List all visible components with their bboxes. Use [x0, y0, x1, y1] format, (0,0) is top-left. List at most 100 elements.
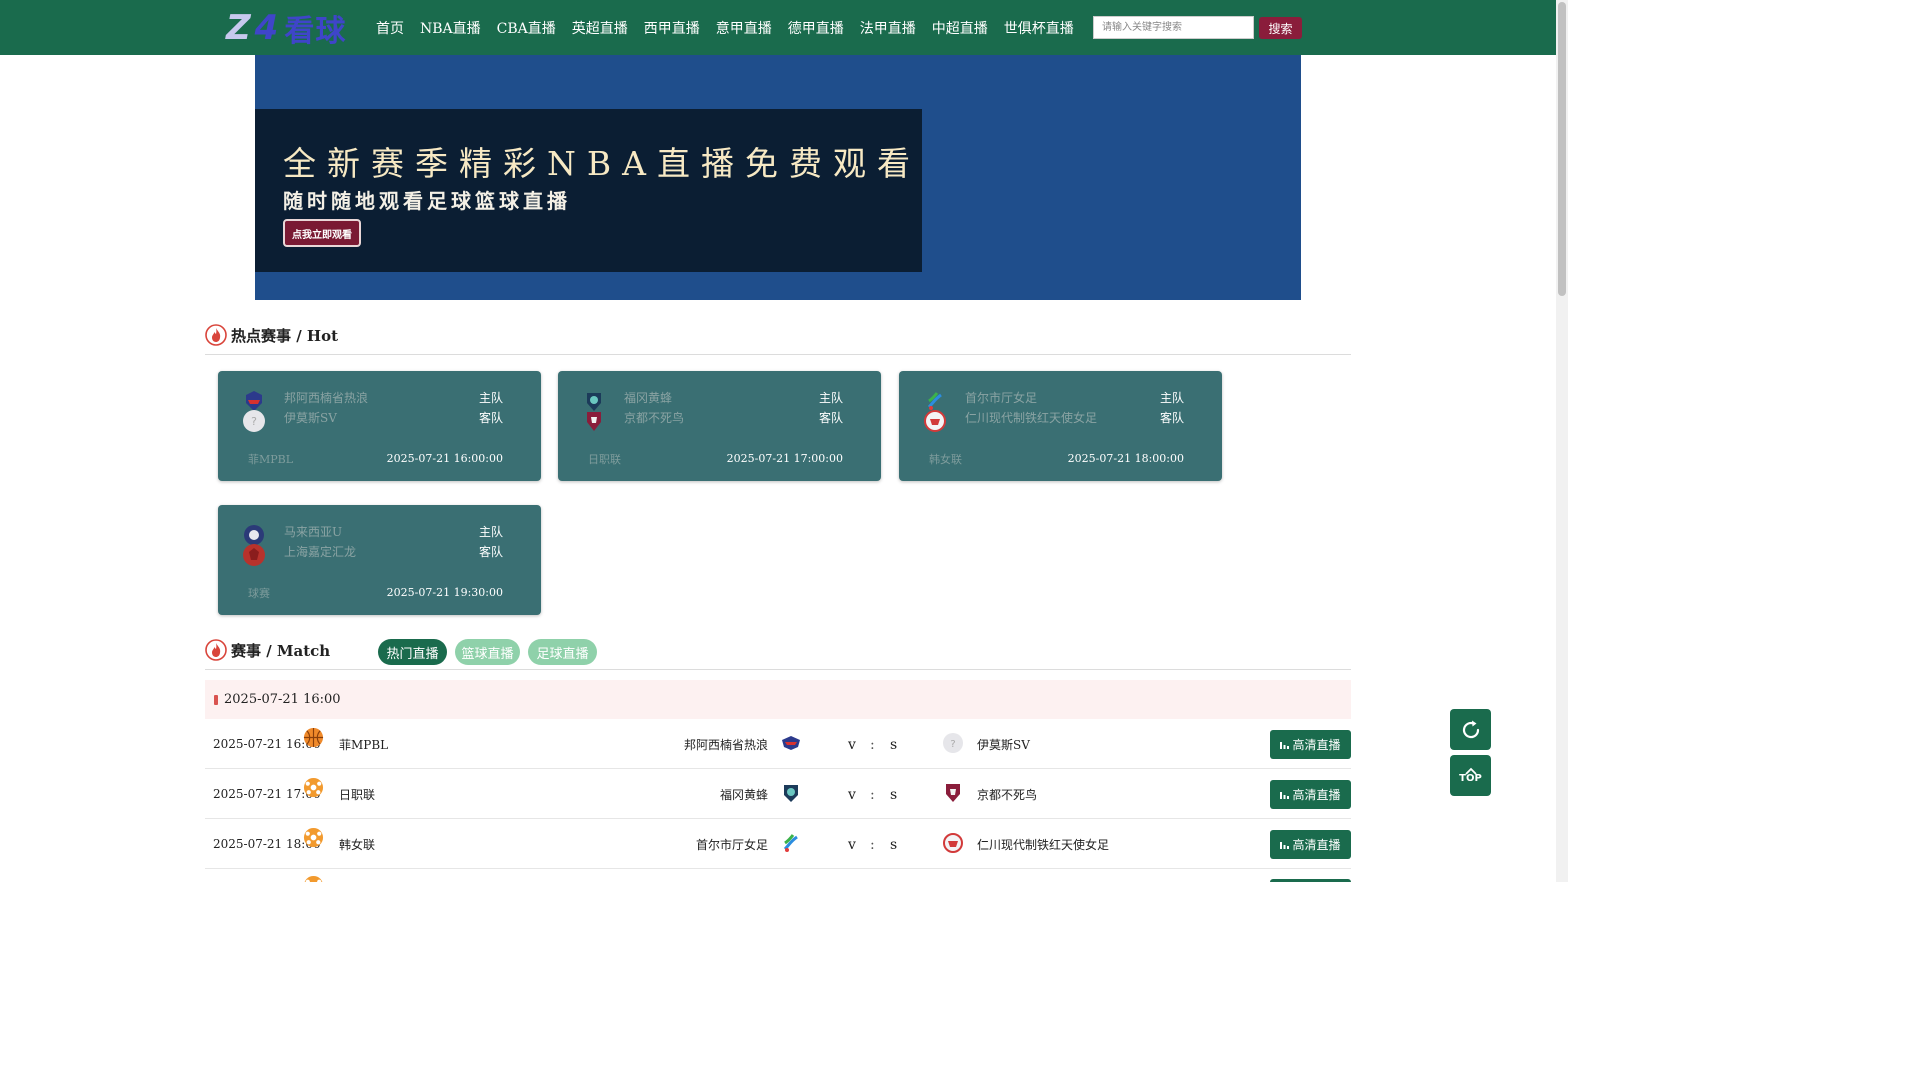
hot-divider — [205, 354, 1351, 355]
signal-bars-icon — [1280, 792, 1290, 799]
logo-kanqiu: 看球 — [284, 14, 347, 49]
watch-now-button[interactable]: 点我立即观看 — [283, 219, 361, 247]
home-label: 主队 — [818, 391, 843, 405]
football-icon — [303, 777, 324, 798]
team-logo-sanga-icon — [587, 412, 601, 431]
nav-cba[interactable]: CBA直播 — [497, 18, 556, 38]
refresh-button[interactable] — [1450, 709, 1491, 750]
home-label: 主队 — [1159, 391, 1184, 405]
nav-home[interactable]: 首页 — [376, 18, 404, 38]
card-away-team: 仁川现代制铁红天使女足 — [965, 411, 1098, 425]
card-league: 韩女联 — [929, 453, 962, 466]
banner-title: 全新赛季精彩NBA直播免费观看 — [283, 144, 921, 183]
vs-v: v — [848, 787, 856, 803]
basketball-icon — [303, 727, 324, 748]
team-logo-jiading-icon — [243, 544, 265, 566]
hero-banner[interactable]: 全新赛季精彩NBA直播免费观看 随时随地观看足球篮球直播 点我立即观看 — [255, 55, 1301, 300]
nav-ligue-1[interactable]: 法甲直播 — [860, 18, 916, 38]
vs-s: s — [890, 837, 898, 853]
card-time: 2025-07-21 18:00:00 — [1067, 452, 1184, 465]
home-team-logo-icon — [784, 785, 798, 802]
hot-match-card[interactable]: 马来西亚U 上海嘉定汇龙 主队 客队 球赛 2025-07-21 19:30:0… — [218, 505, 541, 615]
away-label: 客队 — [1159, 411, 1184, 425]
nav-csl[interactable]: 中超直播 — [932, 18, 988, 38]
logo-4: 4 — [254, 8, 279, 48]
date-group-text: 2025-07-21 16:00 — [224, 692, 341, 707]
vs-v: v — [848, 737, 856, 753]
hot-match-card[interactable]: ? 邦阿西楠省热浪 伊莫斯SV 主队 客队 菲MPBL 2025-07-21 1… — [218, 371, 541, 481]
card-time: 2025-07-21 19:30:00 — [386, 586, 503, 599]
hd-live-button[interactable]: 高清直播 — [1270, 730, 1351, 759]
match-league: 菲MPBL — [339, 738, 389, 752]
hd-live-button[interactable]: 高清直播 — [1270, 830, 1351, 859]
nav-serie-a[interactable]: 意甲直播 — [716, 18, 772, 38]
top-header: Z 4 看球 首页 NBA直播 CBA直播 英超直播 西甲直播 意甲直播 德甲直… — [0, 0, 1556, 55]
card-away-team: 京都不死鸟 — [624, 411, 685, 425]
hot-match-card[interactable]: 首尔市厅女足 仁川现代制铁红天使女足 主队 客队 韩女联 2025-07-21 … — [899, 371, 1222, 481]
team-logo-placeholder-icon: ? — [243, 410, 265, 432]
search-button[interactable]: 搜索 — [1259, 17, 1302, 39]
vs-colon: : — [870, 787, 875, 803]
match-row[interactable]: 2025-07-21 17:00 日职联 福冈黄蜂 v : s 京都不死鸟 高清… — [205, 769, 1351, 819]
match-title-text: 赛事 / Match — [231, 641, 331, 660]
tab-basketball-live[interactable]: 篮球直播 — [455, 639, 520, 665]
nav-nba[interactable]: NBA直播 — [420, 18, 481, 38]
hd-live-button-partial[interactable] — [1270, 879, 1351, 882]
home-team-name: 首尔市厅女足 — [695, 838, 768, 852]
away-team-name: 伊莫斯SV — [977, 738, 1030, 752]
home-label: 主队 — [478, 391, 503, 405]
card-away-team: 上海嘉定汇龙 — [284, 545, 357, 559]
date-group-header: 2025-07-21 16:00 — [205, 680, 1351, 719]
match-league: 韩女联 — [339, 838, 376, 852]
home-label: 主队 — [478, 525, 503, 539]
fire-icon — [205, 639, 227, 661]
search-input[interactable] — [1093, 16, 1254, 39]
match-row-partial[interactable] — [205, 869, 1351, 882]
banner-subtitle: 随时随地观看足球篮球直播 — [283, 189, 571, 213]
match-section-title: 赛事 / Match — [205, 639, 330, 661]
banner-panel: 全新赛季精彩NBA直播免费观看 随时随地观看足球篮球直播 点我立即观看 — [255, 109, 922, 272]
hot-match-card[interactable]: 福冈黄蜂 京都不死鸟 主队 客队 日职联 2025-07-21 17:00:00 — [558, 371, 881, 481]
hd-live-label: 高清直播 — [1292, 738, 1341, 752]
home-team-name: 福冈黄蜂 — [719, 788, 768, 802]
card-time: 2025-07-21 17:00:00 — [726, 452, 843, 465]
vs-s: s — [890, 787, 898, 803]
vs-v: v — [848, 837, 856, 853]
nav-club-world-cup[interactable]: 世俱杯直播 — [1004, 18, 1074, 38]
card-home-team: 马来西亚U — [284, 525, 343, 539]
card-home-team: 首尔市厅女足 — [965, 391, 1038, 405]
match-row[interactable]: 2025-07-21 18:00 韩女联 首尔市厅女足 v : s 仁川现代制铁… — [205, 819, 1351, 869]
vs-s: s — [890, 737, 898, 753]
hot-section-title: 热点赛事 / Hot — [205, 324, 338, 346]
date-marker-icon — [214, 694, 218, 705]
match-row[interactable]: 2025-07-21 16:00 菲MPBL 邦阿西楠省热浪 v : s ? 伊… — [205, 719, 1351, 769]
tab-hot-live[interactable]: 热门直播 — [378, 639, 447, 665]
hot-title-text: 热点赛事 / Hot — [231, 326, 339, 345]
site-logo[interactable]: Z 4 看球 — [226, 8, 356, 49]
page: Z 4 看球 首页 NBA直播 CBA直播 英超直播 西甲直播 意甲直播 德甲直… — [0, 0, 1568, 882]
back-to-top-button[interactable]: TOP — [1450, 755, 1491, 796]
away-team-logo-icon — [946, 784, 960, 802]
football-icon — [304, 875, 323, 882]
home-team-logo-icon — [783, 834, 798, 852]
refresh-icon — [1462, 720, 1479, 738]
nav-premier-league[interactable]: 英超直播 — [572, 18, 628, 38]
match-divider — [205, 669, 1351, 670]
tab-football-live[interactable]: 足球直播 — [528, 639, 597, 665]
svg-text:?: ? — [950, 739, 955, 750]
nav-bundesliga[interactable]: 德甲直播 — [788, 18, 844, 38]
card-league: 球赛 — [248, 587, 270, 600]
away-team-name: 京都不死鸟 — [977, 788, 1038, 802]
away-team-logo-icon: ? — [943, 733, 963, 753]
nav-la-liga[interactable]: 西甲直播 — [644, 18, 700, 38]
card-league: 日职联 — [588, 453, 621, 466]
hd-live-button[interactable]: 高清直播 — [1270, 780, 1351, 809]
away-team-name: 仁川现代制铁红天使女足 — [977, 838, 1110, 852]
svg-text:?: ? — [251, 415, 257, 428]
top-label: TOP — [1459, 773, 1482, 784]
signal-bars-icon — [1280, 742, 1290, 749]
hd-live-label: 高清直播 — [1292, 788, 1341, 802]
away-label: 客队 — [478, 545, 503, 559]
home-team-logo-icon — [782, 736, 800, 750]
scrollbar-thumb[interactable] — [1558, 2, 1566, 296]
